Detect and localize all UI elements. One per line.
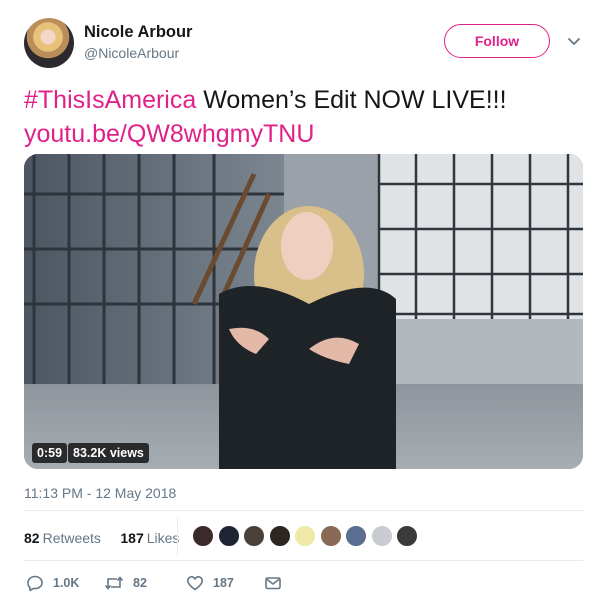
reply-button[interactable]: 1.0K [26, 574, 79, 592]
tweet-text: #ThisIsAmerica Women’s Edit NOW LIVE!!! … [24, 83, 507, 151]
stats-divider [177, 518, 178, 556]
likes-stat[interactable]: 187 Likes [120, 530, 179, 546]
video-player[interactable] [24, 154, 583, 469]
divider [24, 560, 583, 561]
liker-avatars [192, 525, 422, 547]
liker-avatar[interactable] [319, 525, 342, 547]
video-duration: 0:59 [32, 443, 68, 463]
video-views: 83.2K views [68, 443, 149, 463]
heart-icon [187, 576, 203, 591]
like-button[interactable]: 187 [186, 574, 234, 592]
divider [24, 510, 583, 511]
retweet-button[interactable]: 82 [104, 574, 147, 592]
tweet-stats: 82 Retweets 187 Likes [24, 530, 179, 546]
liker-avatar[interactable] [217, 525, 240, 547]
hashtag-link[interactable]: #ThisIsAmerica [24, 86, 196, 114]
retweets-stat[interactable]: 82 Retweets [24, 530, 101, 546]
author-name[interactable]: Nicole Arbour [84, 23, 192, 42]
liker-avatar[interactable] [370, 525, 393, 547]
liker-avatar[interactable] [345, 525, 367, 547]
liker-avatar[interactable] [294, 525, 316, 547]
reply-count: 1.0K [53, 576, 80, 590]
video-frame [24, 154, 583, 469]
liker-avatar[interactable] [268, 525, 291, 547]
avatar[interactable] [24, 18, 74, 68]
chevron-down-icon[interactable] [566, 34, 582, 50]
reply-icon [27, 575, 43, 592]
direct-message-button[interactable] [264, 574, 291, 592]
liker-avatar[interactable] [192, 525, 214, 547]
tweet-timestamp[interactable]: 11:13 PM - 12 May 2018 [24, 485, 176, 501]
liker-avatar[interactable] [243, 525, 265, 547]
like-count: 187 [213, 576, 234, 590]
author-handle[interactable]: @NicoleArbour [84, 45, 179, 61]
video-link[interactable]: youtu.be/QW8whgmyTNU [24, 120, 314, 148]
retweet-icon [104, 576, 124, 590]
follow-button[interactable]: Follow [444, 24, 550, 58]
retweet-count: 82 [133, 576, 147, 590]
tweet-body: Women’s Edit NOW LIVE!!! [196, 86, 507, 114]
liker-avatar[interactable] [396, 525, 418, 547]
envelope-icon [265, 577, 281, 590]
